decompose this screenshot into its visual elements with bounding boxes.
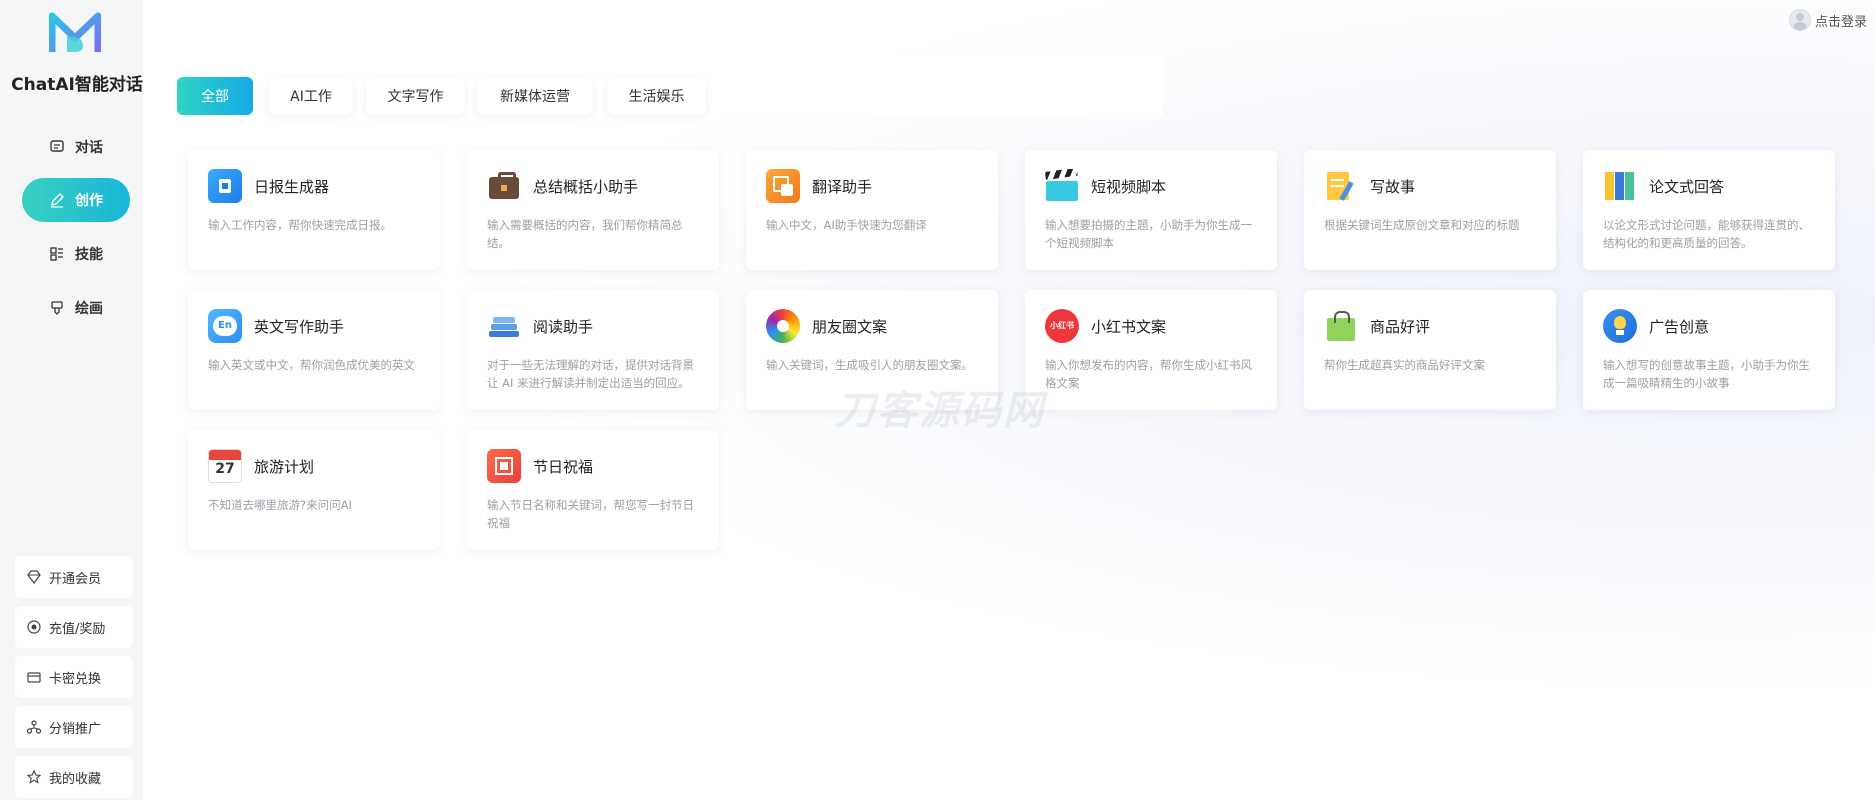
nav-label-chat: 对话: [75, 140, 103, 156]
watermark: 刀客源码网: [835, 388, 1045, 434]
nav-label-skills: 技能: [75, 247, 103, 263]
card-translate[interactable]: 翻译助手 输入中文，AI助手快速为您翻译: [746, 150, 998, 270]
bottom-item-recharge[interactable]: 充值/奖励: [15, 606, 133, 648]
clapper-icon: [1045, 169, 1079, 203]
nav-item-chat[interactable]: 对话: [22, 125, 130, 169]
english-icon: En: [208, 309, 242, 343]
card-desc: 输入节日名称和关键词，帮您写一封节日祝福: [487, 498, 694, 530]
card-title: 旅游计划: [254, 457, 315, 476]
shopping-bag-icon: [1324, 309, 1358, 343]
card-desc: 对于一些无法理解的对话，提供对话背景让 AI 来进行解读并制定出适当的回应。: [487, 358, 694, 390]
card-title: 论文式回答: [1649, 177, 1725, 196]
tab-writing[interactable]: 文字写作: [366, 77, 465, 115]
nav-item-skills[interactable]: 技能: [22, 232, 130, 276]
tab-lifestyle[interactable]: 生活娱乐: [607, 77, 706, 115]
card-icon: [27, 672, 41, 683]
bottom-item-promote[interactable]: 分销推广: [15, 706, 133, 748]
nav-label-create: 创作: [75, 193, 103, 209]
translate-icon: [766, 169, 800, 203]
card-title: 日报生成器: [254, 177, 330, 196]
card-desc: 不知道去哪里旅游?来问问AI: [208, 498, 352, 512]
card-title: 写故事: [1370, 177, 1416, 196]
card-product-review[interactable]: 商品好评 帮你生成超真实的商品好评文案: [1304, 290, 1556, 410]
folders-icon: [1603, 169, 1637, 203]
nav-label-drawing: 绘画: [75, 301, 103, 317]
card-travel-plan[interactable]: 27 旅游计划 不知道去哪里旅游?来问问AI: [188, 430, 440, 550]
star-icon: [27, 770, 41, 784]
bulb-icon: [1603, 309, 1637, 343]
bottom-item-favorites[interactable]: 我的收藏: [15, 756, 133, 798]
card-desc: 输入关键词，生成吸引人的朋友圈文案。: [766, 358, 973, 372]
card-title: 商品好评: [1370, 317, 1431, 336]
card-desc: 输入需要概括的内容，我们帮你精简总结。: [487, 218, 683, 250]
card-title: 阅读助手: [533, 317, 594, 336]
bottom-item-redeem[interactable]: 卡密兑换: [15, 656, 133, 698]
card-desc: 输入工作内容，帮你快速完成日报。: [208, 218, 392, 232]
card-summary[interactable]: 总结概括小助手 输入需要概括的内容，我们帮你精简总结。: [467, 150, 719, 270]
card-title: 朋友圈文案: [812, 317, 888, 336]
grid-icon: [50, 247, 63, 261]
card-reading[interactable]: 阅读助手 对于一些无法理解的对话，提供对话背景让 AI 来进行解读并制定出适当的…: [467, 290, 719, 410]
nav-item-drawing[interactable]: 绘画: [22, 286, 130, 330]
xiaohongshu-icon-text: 小红书: [1050, 321, 1074, 330]
tab-all[interactable]: 全部: [177, 77, 253, 115]
brand-name: ChatAI智能对话: [11, 75, 143, 95]
festival-icon: [487, 449, 521, 483]
sidebar: ChatAI智能对话 对话 创作 技能 绘画 开通会员 充值/奖励 卡密兑换 分…: [0, 0, 143, 800]
card-desc: 以论文形式讨论问题，能够获得连贯的、结构化的和更高质量的回答。: [1603, 218, 1810, 250]
login-button[interactable]: 点击登录: [1788, 9, 1867, 31]
bottom-label-favorites: 我的收藏: [49, 771, 102, 787]
bottom-item-membership[interactable]: 开通会员: [15, 556, 133, 598]
card-desc: 输入想要拍摄的主题，小助手为你生成一个短视频脚本: [1045, 218, 1252, 250]
card-desc: 输入中文，AI助手快速为您翻译: [766, 218, 927, 232]
card-english-writing[interactable]: En 英文写作助手 输入英文或中文，帮你润色成优美的英文: [188, 290, 440, 410]
brush-icon: [51, 301, 63, 315]
diamond-icon: [27, 570, 41, 584]
card-desc: 输入想写的创意故事主题，小助手为你生成一篇吸睛精生的小故事: [1603, 358, 1810, 390]
card-title: 翻译助手: [812, 177, 873, 196]
card-desc: 输入英文或中文，帮你润色成优美的英文: [208, 358, 415, 372]
card-daily-report[interactable]: 日报生成器 输入工作内容，帮你快速完成日报。: [188, 150, 440, 270]
bottom-label-promote: 分销推广: [49, 721, 102, 737]
card-desc: 根据关键词生成原创文章和对应的标题: [1324, 218, 1520, 232]
pen-icon: [51, 193, 64, 208]
card-essay[interactable]: 论文式回答 以论文形式讨论问题，能够获得连贯的、结构化的和更高质量的回答。: [1583, 150, 1835, 270]
card-title: 小红书文案: [1091, 317, 1167, 336]
avatar-icon: [1788, 9, 1811, 31]
nav-item-create[interactable]: 创作: [22, 178, 130, 222]
card-xiaohongshu[interactable]: 小红书 小红书文案 输入你想发布的内容，帮你生成小红书风格文案: [1025, 290, 1277, 410]
bottom-label-redeem: 卡密兑换: [49, 671, 102, 687]
chat-icon: [50, 140, 64, 152]
card-title: 节日祝福: [533, 457, 594, 476]
card-title: 短视频脚本: [1091, 177, 1167, 196]
card-desc: 输入你想发布的内容，帮你生成小红书风格文案: [1045, 358, 1252, 390]
login-label: 点击登录: [1814, 14, 1867, 30]
calendar-icon: 27: [208, 449, 242, 483]
tab-new-media[interactable]: 新媒体运营: [477, 77, 593, 115]
card-story[interactable]: 写故事 根据关键词生成原创文章和对应的标题: [1304, 150, 1556, 270]
card-festival-greeting[interactable]: 节日祝福 输入节日名称和关键词，帮您写一封节日祝福: [467, 430, 719, 550]
logo-icon: [49, 12, 101, 52]
moments-icon: [766, 309, 800, 343]
tab-ai-work[interactable]: AI工作: [269, 77, 353, 115]
card-short-video[interactable]: 短视频脚本 输入想要拍摄的主题，小助手为你生成一个短视频脚本: [1025, 150, 1277, 270]
card-title: 总结概括小助手: [533, 177, 639, 196]
books-icon: [487, 309, 521, 343]
card-title: 广告创意: [1649, 317, 1710, 336]
calendar-date: 27: [215, 461, 235, 477]
card-title: 英文写作助手: [254, 317, 345, 336]
bottom-label-recharge: 充值/奖励: [49, 621, 106, 637]
xiaohongshu-icon: 小红书: [1045, 309, 1079, 343]
coin-icon: [27, 620, 41, 634]
english-icon-text: En: [213, 316, 237, 336]
briefcase-icon: [487, 169, 521, 203]
share-icon: [27, 720, 41, 734]
story-icon: [1324, 169, 1358, 203]
card-desc: 帮你生成超真实的商品好评文案: [1324, 358, 1485, 372]
card-ad-creative[interactable]: 广告创意 输入想写的创意故事主题，小助手为你生成一篇吸睛精生的小故事: [1583, 290, 1835, 410]
report-icon: [208, 169, 242, 203]
bottom-label-membership: 开通会员: [49, 571, 102, 587]
